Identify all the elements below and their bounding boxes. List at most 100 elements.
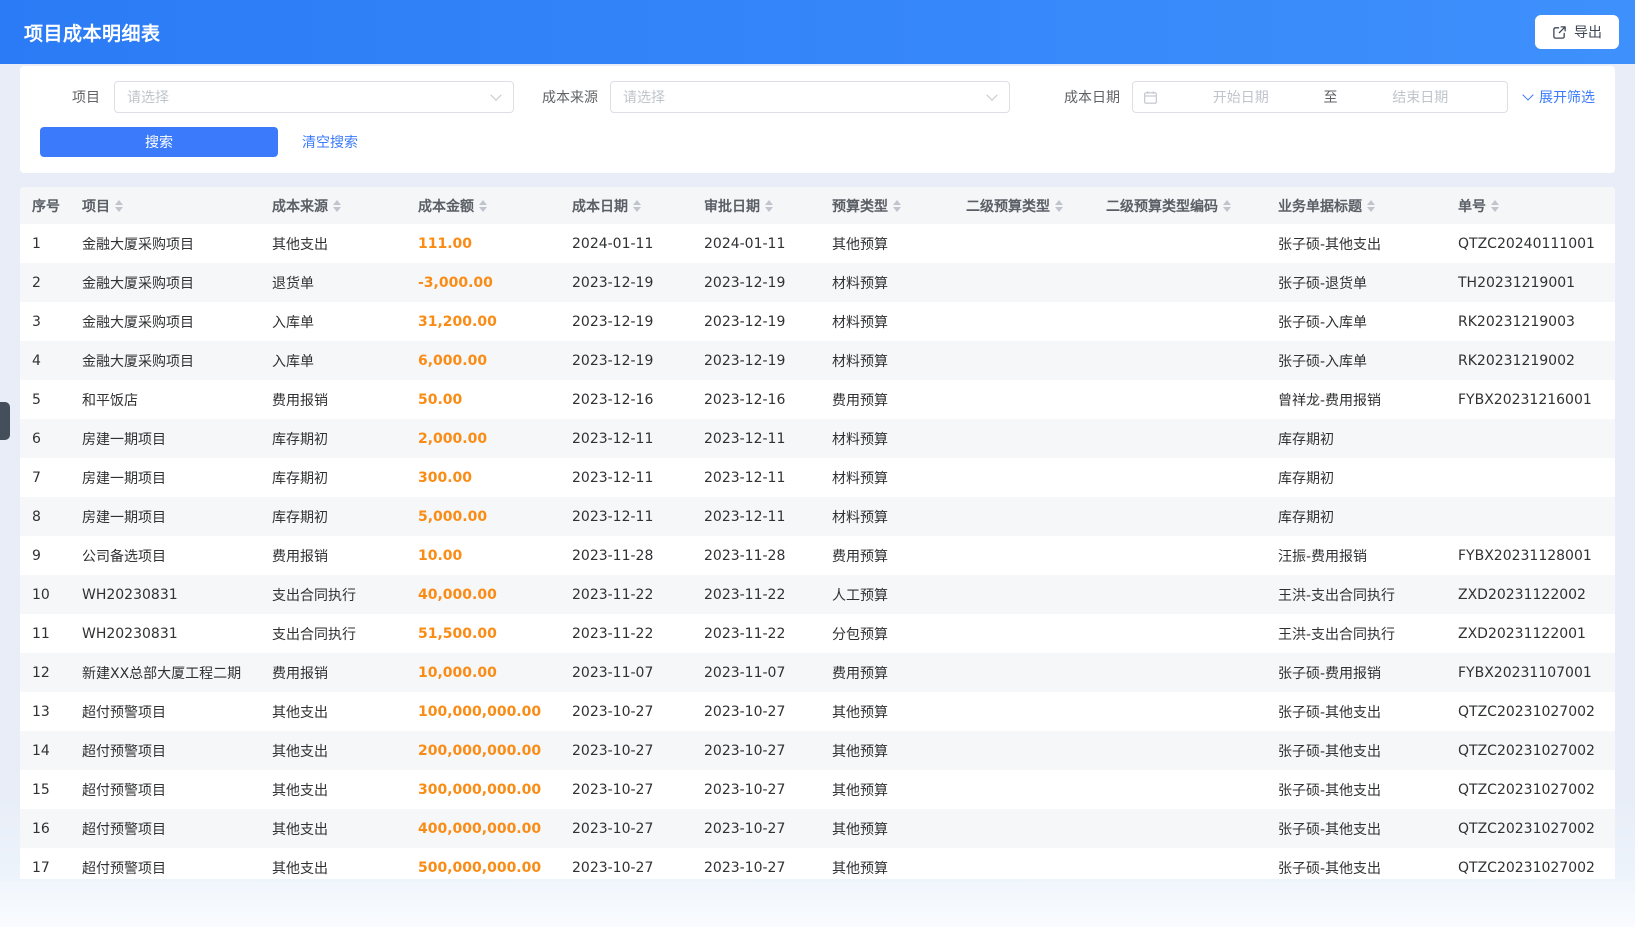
table-row[interactable]: 9公司备选项目费用报销10.002023-11-282023-11-28费用预算… [20,536,1615,575]
table-row[interactable]: 1金融大厦采购项目其他支出111.002024-01-112024-01-11其… [20,224,1615,263]
column-header-project[interactable]: 项目 [70,187,260,224]
cell-project: 公司备选项目 [70,536,260,575]
cell-sub_budget_type [954,263,1094,302]
cell-project: 超付预警项目 [70,809,260,848]
cell-approval_date: 2023-12-11 [692,419,820,458]
cell-doc_no: QTZC20231027002 [1446,731,1615,770]
column-header-approval_date[interactable]: 审批日期 [692,187,820,224]
table-row[interactable]: 16超付预警项目其他支出400,000,000.002023-10-272023… [20,809,1615,848]
cell-source: 入库单 [260,302,406,341]
cell-doc_title: 张子硕-其他支出 [1266,809,1446,848]
table-header: 序号项目成本来源 成本金额成本日期审批日期预算类型二级预算类型二级预算类型编码业务… [20,187,1615,224]
column-header-doc_title[interactable]: 业务单据标题 [1266,187,1446,224]
cell-sub_budget_code [1094,497,1266,536]
cell-sub_budget_type [954,380,1094,419]
cell-index: 8 [20,497,70,536]
start-date-input[interactable]: 开始日期 [1164,87,1318,107]
cell-project: 金融大厦采购项目 [70,263,260,302]
column-header-amount[interactable]: 成本金额 [406,187,560,224]
table-row[interactable]: 10WH20230831支出合同执行40,000.002023-11-22202… [20,575,1615,614]
table-row[interactable]: 5和平饭店费用报销50.002023-12-162023-12-16费用预算曾祥… [20,380,1615,419]
cell-doc_no: ZXD20231122002 [1446,575,1615,614]
sort-carets-icon[interactable] [115,200,123,212]
cost-date-range-picker[interactable]: 开始日期 至 结束日期 [1132,81,1508,113]
cell-doc_title: 张子硕-其他支出 [1266,692,1446,731]
cell-source: 支出合同执行 [260,575,406,614]
cell-sub_budget_code [1094,614,1266,653]
column-header-cost_date[interactable]: 成本日期 [560,187,692,224]
cell-source: 其他支出 [260,809,406,848]
sort-carets-icon[interactable] [765,200,773,212]
table-row[interactable]: 3金融大厦采购项目入库单31,200.002023-12-192023-12-1… [20,302,1615,341]
sort-carets-icon[interactable] [479,200,487,212]
cell-source: 其他支出 [260,731,406,770]
sort-carets-icon[interactable] [893,200,901,212]
table-row[interactable]: 13超付预警项目其他支出100,000,000.002023-10-272023… [20,692,1615,731]
column-header-index: 序号 [20,187,70,224]
cell-doc_no [1446,458,1615,497]
sort-carets-icon[interactable] [333,200,341,212]
table-row[interactable]: 14超付预警项目其他支出200,000,000.002023-10-272023… [20,731,1615,770]
cell-index: 7 [20,458,70,497]
cell-doc_no: FYBX20231128001 [1446,536,1615,575]
export-button[interactable]: 导出 [1535,15,1619,49]
project-select[interactable]: 请选择 [114,81,514,113]
cell-sub_budget_code [1094,341,1266,380]
table-row[interactable]: 4金融大厦采购项目入库单6,000.002023-12-192023-12-19… [20,341,1615,380]
cell-approval_date: 2023-12-11 [692,497,820,536]
table-row[interactable]: 6房建一期项目库存期初2,000.002023-12-112023-12-11材… [20,419,1615,458]
table-row[interactable]: 8房建一期项目库存期初5,000.002023-12-112023-12-11材… [20,497,1615,536]
cell-index: 1 [20,224,70,263]
search-button[interactable]: 搜索 [40,127,278,157]
chevron-down-icon [1522,89,1533,100]
cell-project: WH20230831 [70,614,260,653]
cell-sub_budget_code [1094,692,1266,731]
end-date-input[interactable]: 结束日期 [1344,87,1498,107]
column-label-index: 序号 [32,196,60,216]
cell-sub_budget_code [1094,653,1266,692]
table-row[interactable]: 15超付预警项目其他支出300,000,000.002023-10-272023… [20,770,1615,809]
cell-doc_no: RK20231219003 [1446,302,1615,341]
cell-cost_date: 2023-12-11 [560,458,692,497]
table-row[interactable]: 11WH20230831支出合同执行51,500.002023-11-22202… [20,614,1615,653]
drawer-handle[interactable] [0,402,10,440]
cell-doc_no: QTZC20231027002 [1446,692,1615,731]
sort-carets-icon[interactable] [1491,200,1499,212]
column-header-sub_budget_type[interactable]: 二级预算类型 [954,187,1094,224]
sort-carets-icon[interactable] [1055,200,1063,212]
date-range-separator: 至 [1318,87,1344,107]
clear-search-link[interactable]: 清空搜索 [302,132,358,152]
expand-filters-link[interactable]: 展开筛选 [1524,87,1595,107]
cell-approval_date: 2023-10-27 [692,770,820,809]
cell-source: 其他支出 [260,692,406,731]
table-row[interactable]: 17超付预警项目其他支出500,000,000.002023-10-272023… [20,848,1615,879]
cell-budget_type: 材料预算 [820,341,954,380]
cell-doc_title: 张子硕-其他支出 [1266,770,1446,809]
cell-amount: 6,000.00 [406,341,560,380]
table-row[interactable]: 7房建一期项目库存期初300.002023-12-112023-12-11材料预… [20,458,1615,497]
sort-carets-icon[interactable] [633,200,641,212]
cell-amount: 111.00 [406,224,560,263]
cell-sub_budget_code [1094,263,1266,302]
table-row[interactable]: 12新建XX总部大厦工程二期费用报销10,000.002023-11-07202… [20,653,1615,692]
cell-approval_date: 2024-01-11 [692,224,820,263]
cell-cost_date: 2023-12-16 [560,380,692,419]
table-row[interactable]: 2金融大厦采购项目退货单-3,000.002023-12-192023-12-1… [20,263,1615,302]
cost-source-select[interactable]: 请选择 [610,81,1010,113]
cell-index: 4 [20,341,70,380]
column-label-source: 成本来源 [272,196,328,216]
cell-budget_type: 其他预算 [820,224,954,263]
table-body: 1金融大厦采购项目其他支出111.002024-01-112024-01-11其… [20,224,1615,879]
column-header-source[interactable]: 成本来源 [260,187,406,224]
cell-doc_no: QTZC20231027002 [1446,848,1615,879]
column-header-doc_no[interactable]: 单号 [1446,187,1615,224]
sort-carets-icon[interactable] [1223,200,1231,212]
sort-carets-icon[interactable] [1367,200,1375,212]
column-header-sub_budget_code[interactable]: 二级预算类型编码 [1094,187,1266,224]
cell-budget_type: 材料预算 [820,302,954,341]
cell-amount: 5,000.00 [406,497,560,536]
cell-sub_budget_code [1094,458,1266,497]
cell-sub_budget_type [954,419,1094,458]
column-header-budget_type[interactable]: 预算类型 [820,187,954,224]
cell-sub_budget_type [954,302,1094,341]
